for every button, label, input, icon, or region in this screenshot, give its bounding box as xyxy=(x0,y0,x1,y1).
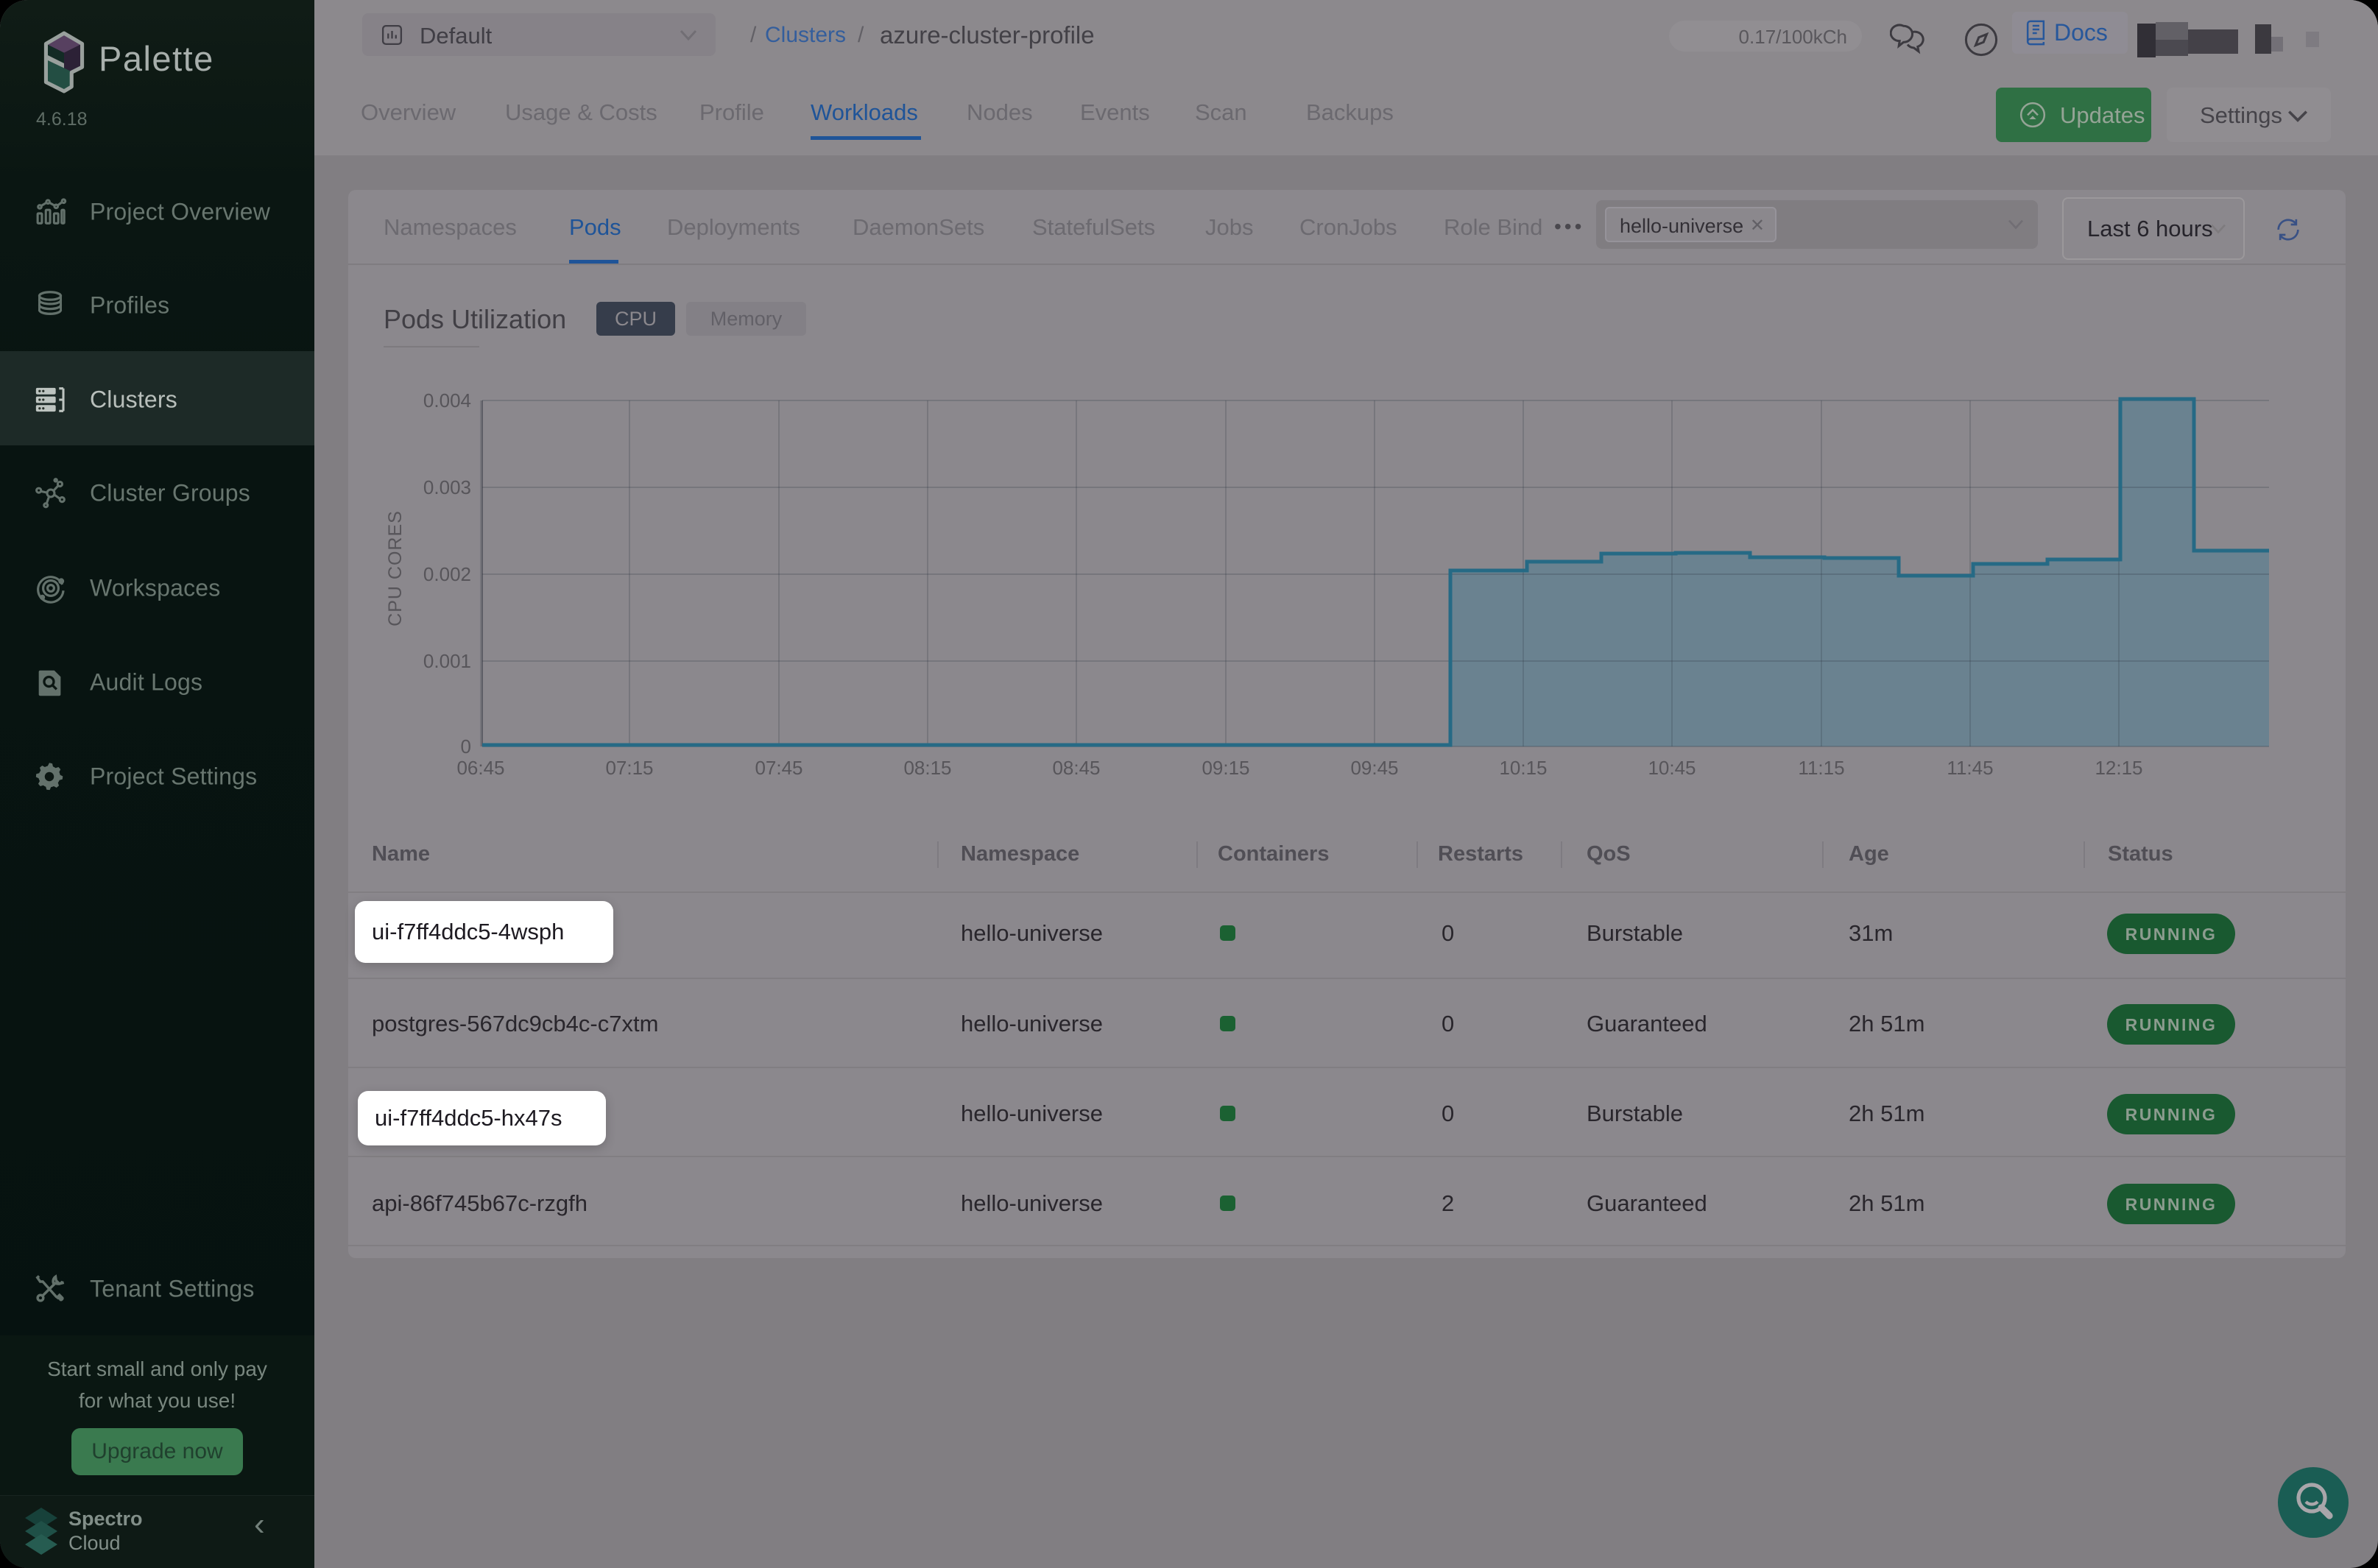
svg-text:12:15: 12:15 xyxy=(2095,757,2142,779)
svg-text:09:15: 09:15 xyxy=(1202,757,1249,779)
svg-text:09:45: 09:45 xyxy=(1350,757,1398,779)
svg-text:CPU CORES: CPU CORES xyxy=(385,510,406,626)
svg-text:0.001: 0.001 xyxy=(423,650,471,672)
svg-text:0.002: 0.002 xyxy=(423,563,471,585)
svg-text:10:45: 10:45 xyxy=(1648,757,1696,779)
svg-text:11:45: 11:45 xyxy=(1947,757,1993,779)
svg-text:07:15: 07:15 xyxy=(605,757,653,779)
svg-text:08:15: 08:15 xyxy=(903,757,951,779)
svg-text:08:45: 08:45 xyxy=(1052,757,1100,779)
svg-text:0: 0 xyxy=(461,735,471,757)
svg-text:11:15: 11:15 xyxy=(1798,757,1844,779)
svg-text:10:15: 10:15 xyxy=(1499,757,1547,779)
svg-text:0.003: 0.003 xyxy=(423,476,471,498)
svg-text:07:45: 07:45 xyxy=(755,757,802,779)
svg-text:06:45: 06:45 xyxy=(456,757,504,779)
svg-text:0.004: 0.004 xyxy=(423,389,471,412)
